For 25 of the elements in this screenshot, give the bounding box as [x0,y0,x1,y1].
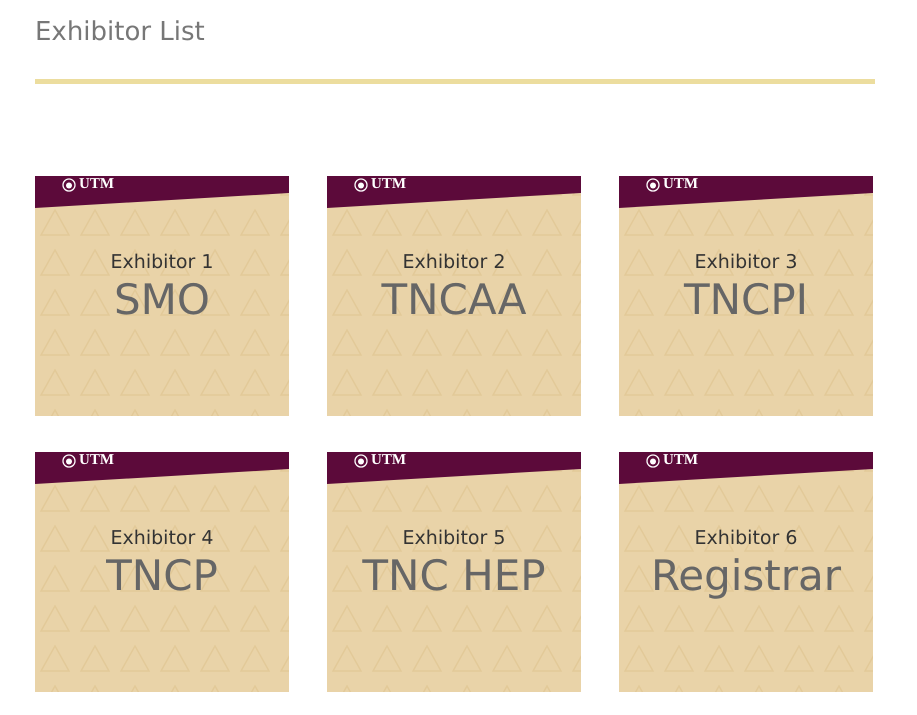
logo-text: UTM [79,453,114,468]
exhibitor-number: Exhibitor 6 [694,526,798,550]
emblem-icon [62,178,76,192]
exhibitor-name: TNCPI [684,274,808,326]
emblem-icon [354,454,368,468]
logo-text: UTM [663,453,698,468]
logo-text: UTM [79,177,114,192]
page-title: Exhibitor List [35,16,206,49]
exhibitor-number: Exhibitor 3 [694,250,798,274]
emblem-icon [354,178,368,192]
exhibitor-name: TNCP [106,550,218,602]
emblem-icon [646,454,660,468]
logo-text: UTM [663,177,698,192]
exhibitor-name: TNC HEP [362,550,546,602]
exhibitor-name: SMO [114,274,210,326]
exhibitor-number: Exhibitor 2 [402,250,506,274]
exhibitor-number: Exhibitor 4 [110,526,214,550]
exhibitor-name: Registrar [650,550,842,602]
logo-text: UTM [371,453,406,468]
exhibitor-number: Exhibitor 1 [110,250,214,274]
emblem-icon [646,178,660,192]
logo-text: UTM [371,177,406,192]
emblem-icon [62,454,76,468]
exhibitor-name: TNCAA [381,274,527,326]
exhibitor-number: Exhibitor 5 [402,526,506,550]
